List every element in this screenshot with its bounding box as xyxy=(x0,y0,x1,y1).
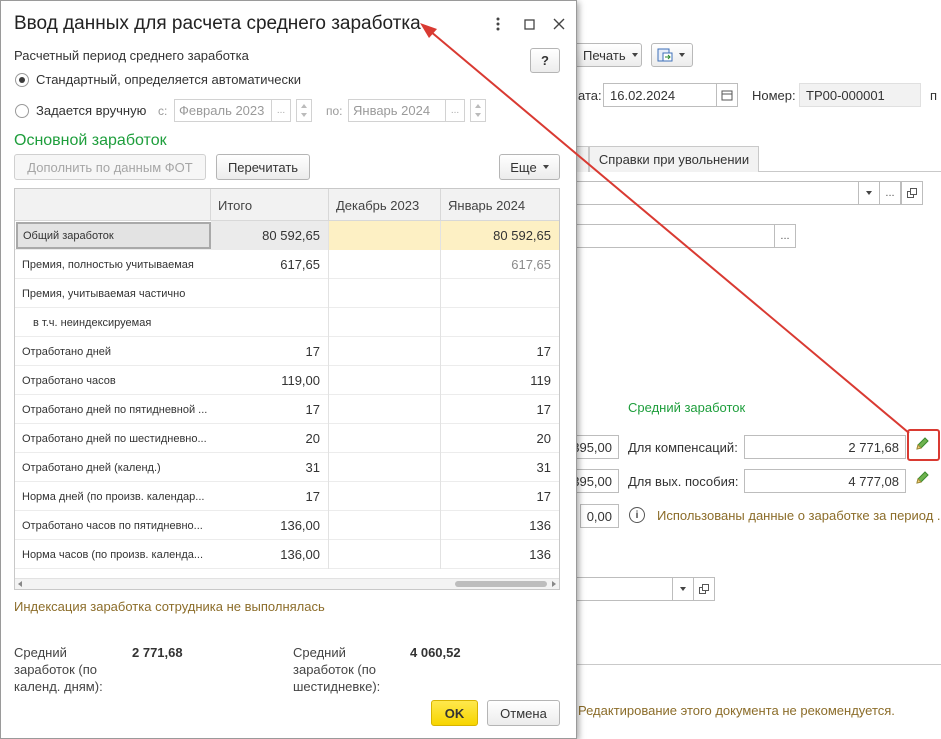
annotation-arrow xyxy=(420,23,910,434)
